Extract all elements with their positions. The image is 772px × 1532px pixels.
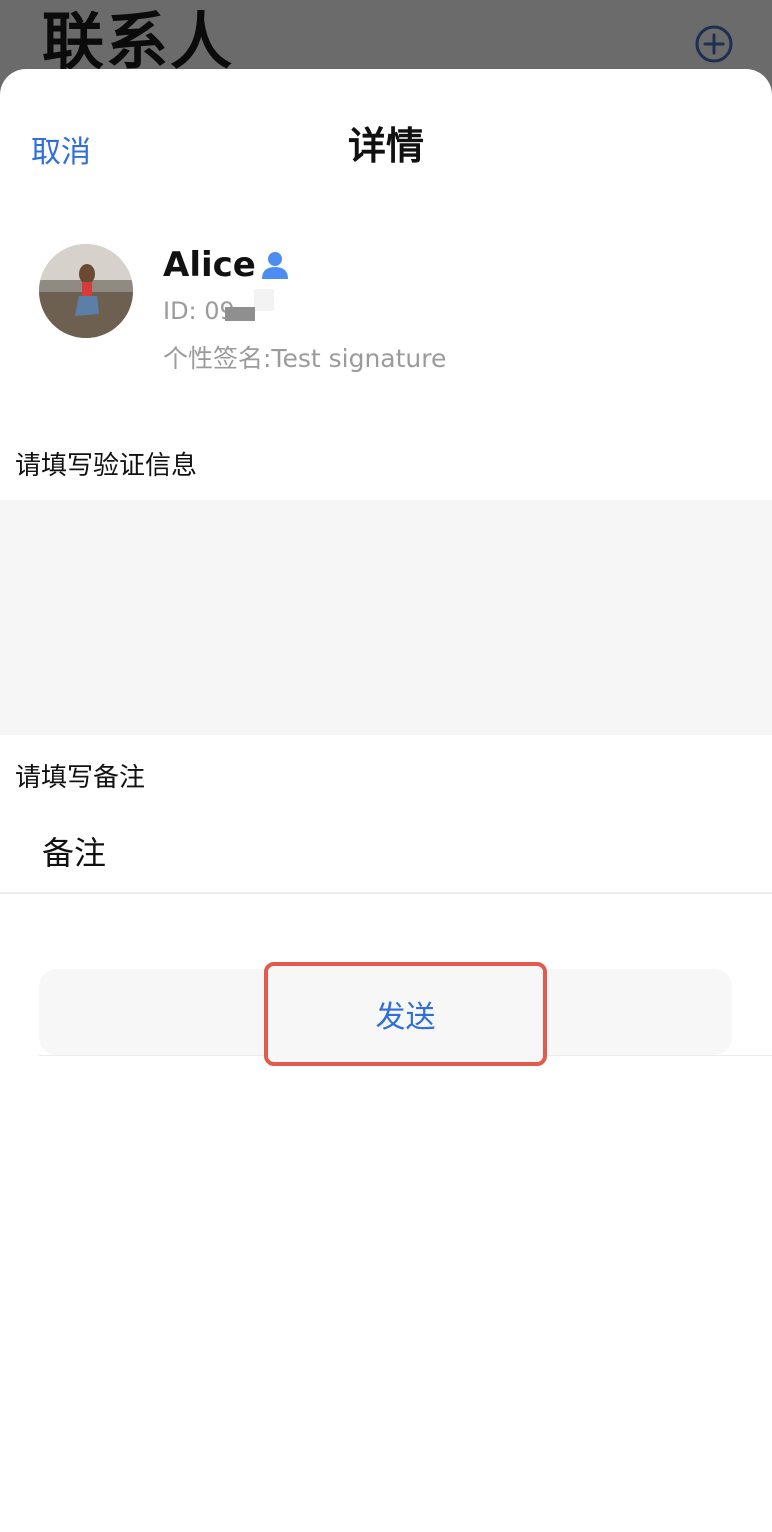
avatar: [39, 244, 133, 338]
user-icon: [261, 252, 288, 279]
verification-label: 请填写验证信息: [15, 451, 198, 481]
sheet-title: 详情: [347, 124, 424, 168]
detail-sheet: 取消 详情 Alice ID: 09 个性签名:Test signature 请…: [0, 69, 772, 1532]
send-button[interactable]: 发送: [264, 962, 547, 1066]
id-redaction: [225, 307, 255, 321]
id-redaction-light: [254, 289, 274, 311]
remark-label: 请填写备注: [15, 763, 146, 793]
remark-input[interactable]: [40, 826, 744, 880]
contact-signature: 个性签名:Test signature: [163, 344, 447, 373]
remark-divider: [0, 892, 772, 894]
plus-circle-icon[interactable]: [694, 24, 734, 64]
verification-input[interactable]: [0, 500, 772, 735]
contact-name-text: Alice: [163, 245, 256, 285]
contact-name: Alice: [163, 245, 290, 285]
